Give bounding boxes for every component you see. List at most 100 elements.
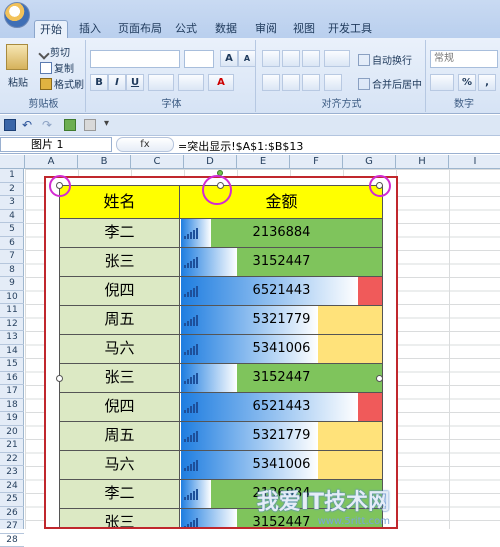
format-painter-button[interactable]: 格式刷 [40,76,84,91]
wrap-icon [358,54,370,66]
align-center-button[interactable] [282,74,300,91]
currency-button[interactable] [430,74,454,91]
redo-icon[interactable]: ↷ [42,118,52,132]
row-header-21[interactable]: 21 [0,439,24,453]
italic-button[interactable]: I [108,74,126,91]
fill-color-button[interactable] [178,74,204,91]
column-header-d[interactable]: D [184,155,237,169]
print-preview-icon[interactable] [64,119,76,131]
cut-button[interactable]: 剪切 [40,44,70,59]
print-icon[interactable] [84,119,96,131]
row-header-15[interactable]: 15 [0,358,24,372]
paste-icon[interactable] [6,44,28,70]
format-painter-label: 格式刷 [54,80,84,91]
row-header-11[interactable]: 11 [0,304,24,318]
name-cell: 李二 [60,480,180,508]
row-header-1[interactable]: 1 [0,169,24,183]
row-header-19[interactable]: 19 [0,412,24,426]
shrink-font-button[interactable]: A [238,50,256,67]
select-all-corner[interactable] [0,155,25,169]
customize-qat-icon[interactable]: ▾ [104,118,109,129]
row-header-10[interactable]: 10 [0,291,24,305]
row-header-26[interactable]: 26 [0,507,24,521]
align-left-button[interactable] [262,74,280,91]
row-header-22[interactable]: 22 [0,453,24,467]
align-right-button[interactable] [302,74,320,91]
paste-button[interactable]: 粘贴 [8,74,28,89]
table-row: 周五5321779 [59,306,383,335]
row-header-9[interactable]: 9 [0,277,24,291]
column-header-h[interactable]: H [396,155,449,169]
font-color-button[interactable]: A [208,74,234,91]
align-middle-button[interactable] [282,50,300,67]
resize-handle-right[interactable] [376,375,383,382]
tab-page-layout[interactable]: 页面布局 [112,20,168,38]
save-icon[interactable] [4,119,16,131]
row-header-17[interactable]: 17 [0,385,24,399]
tab-view[interactable]: 视图 [288,20,320,38]
row-header-7[interactable]: 7 [0,250,24,264]
bold-button[interactable]: B [90,74,108,91]
row-header-16[interactable]: 16 [0,372,24,386]
row-header-3[interactable]: 3 [0,196,24,210]
merge-center-button[interactable]: 合并后居中 [358,76,422,91]
tab-data[interactable]: 数据 [210,20,242,38]
underline-button[interactable]: U [126,74,144,91]
row-header-20[interactable]: 20 [0,426,24,440]
name-cell: 周五 [60,306,180,334]
number-format-box[interactable]: 常规 [430,50,498,68]
decrease-indent-button[interactable] [324,74,342,91]
row-header-6[interactable]: 6 [0,237,24,251]
row-header-5[interactable]: 5 [0,223,24,237]
row-header-2[interactable]: 2 [0,183,24,197]
row-header-14[interactable]: 14 [0,345,24,359]
row-header-18[interactable]: 18 [0,399,24,413]
tab-insert[interactable]: 插入 [72,20,108,38]
table-row: 马六5341006 [59,335,383,364]
row-header-27[interactable]: 27 [0,520,24,534]
tab-formulas[interactable]: 公式 [170,20,202,38]
align-bottom-button[interactable] [302,50,320,67]
column-header-g[interactable]: G [343,155,396,169]
name-cell: 张三 [60,364,180,392]
row-header-28[interactable]: 28 [0,534,24,547]
watermark-main: 我爱IT技术网 [257,490,390,515]
wrap-text-button[interactable]: 自动换行 [358,52,412,67]
tab-home[interactable]: 开始 [34,20,68,38]
resize-handle-left[interactable] [56,375,63,382]
comma-button[interactable]: , [478,74,496,91]
highlight-circle-top [202,175,232,205]
orientation-button[interactable] [324,50,350,67]
name-box[interactable]: 图片 1 [0,137,112,152]
name-cell: 李二 [60,219,180,247]
column-header-b[interactable]: B [78,155,131,169]
undo-icon[interactable]: ↶ [22,118,32,132]
name-cell: 倪四 [60,277,180,305]
percent-button[interactable]: % [458,74,476,91]
column-header-c[interactable]: C [131,155,184,169]
column-header-f[interactable]: F [290,155,343,169]
grow-font-button[interactable]: A [220,50,238,67]
header-name: 姓名 [60,186,180,218]
row-header-8[interactable]: 8 [0,264,24,278]
row-header-24[interactable]: 24 [0,480,24,494]
row-header-12[interactable]: 12 [0,318,24,332]
row-header-4[interactable]: 4 [0,210,24,224]
border-button[interactable] [148,74,174,91]
align-top-button[interactable] [262,50,280,67]
row-header-23[interactable]: 23 [0,466,24,480]
fx-button[interactable]: fx [116,137,174,152]
formula-input[interactable]: =突出显示!$A$1:$B$13 [178,138,303,154]
copy-button[interactable]: 复制 [40,60,74,75]
column-header-a[interactable]: A [25,155,78,169]
row-header-25[interactable]: 25 [0,493,24,507]
font-size-box[interactable] [184,50,214,68]
row-header-13[interactable]: 13 [0,331,24,345]
tab-review[interactable]: 审阅 [250,20,282,38]
picture-object[interactable]: 姓名 金额 李二2136884张三3152447倪四6521443周五53217… [44,176,398,529]
font-name-box[interactable] [90,50,180,68]
column-header-e[interactable]: E [237,155,290,169]
office-button[interactable] [4,2,30,28]
column-header-i[interactable]: I [449,155,500,169]
tab-developer[interactable]: 开发工具 [326,20,374,38]
